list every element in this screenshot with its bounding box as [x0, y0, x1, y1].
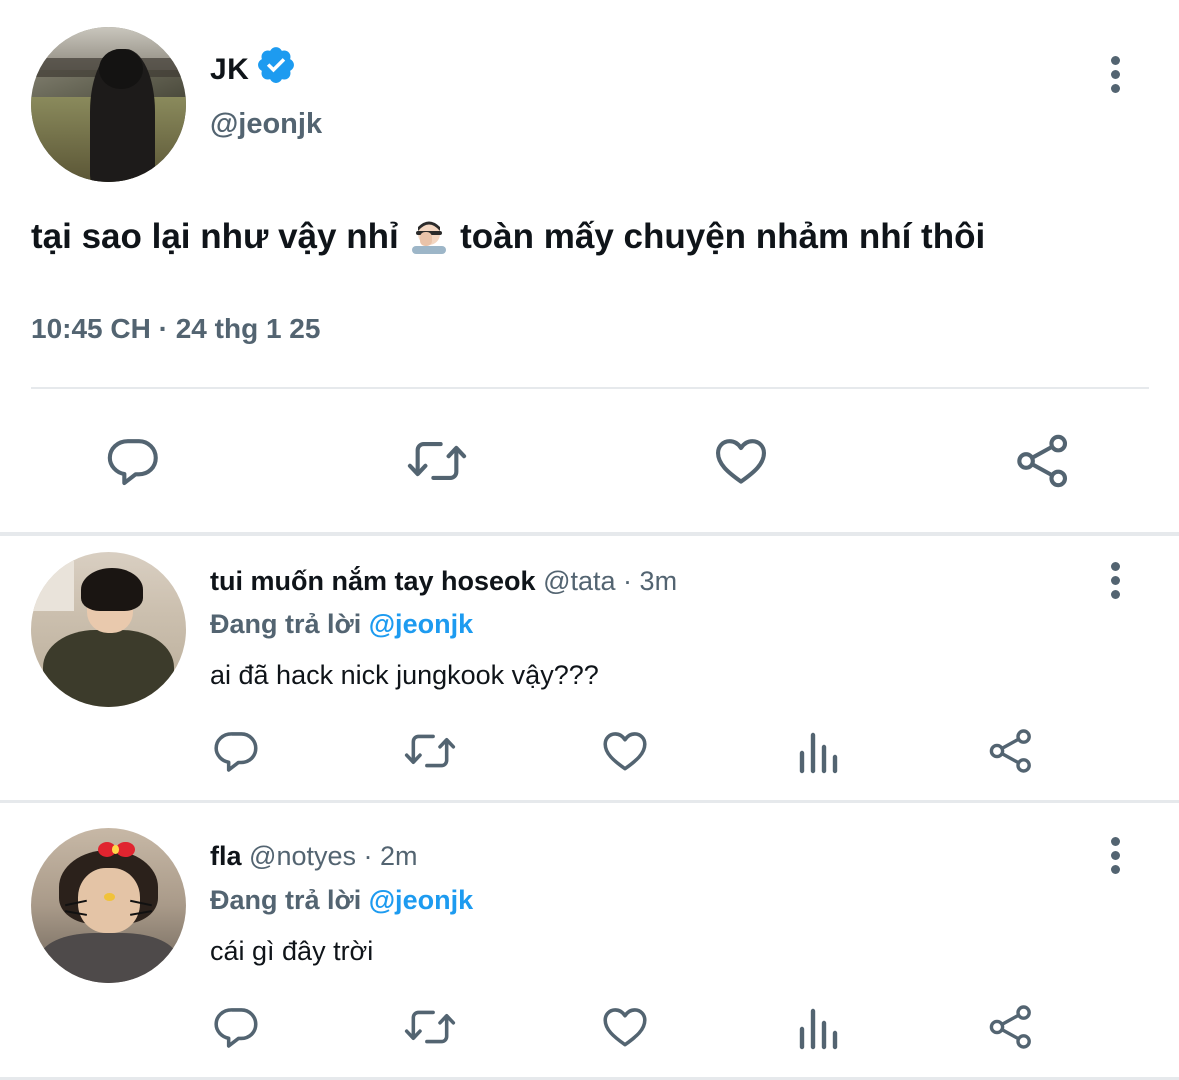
retweet-icon — [404, 1010, 456, 1044]
tweet-text-part-2: toàn mấy chuyện nhảm nhí thôi — [460, 217, 986, 256]
like-icon — [603, 732, 647, 771]
views-button[interactable] — [796, 1002, 840, 1052]
views-button[interactable] — [796, 726, 840, 776]
more-options-icon[interactable] — [1108, 562, 1122, 604]
author-handle[interactable]: @jeonjk — [210, 108, 322, 141]
replying-to-label: Đang trả lời — [210, 885, 362, 915]
more-options-icon[interactable] — [1108, 837, 1122, 879]
like-button[interactable] — [599, 726, 651, 776]
tweet-timestamp[interactable]: 10:45 CH · 24 thg 1 25 — [31, 313, 320, 345]
reply-text: cái gì đây trời — [210, 936, 374, 966]
reply-icon — [214, 1008, 258, 1048]
retweet-button[interactable] — [404, 432, 470, 490]
replying-to-line: Đang trả lời @jeonjk — [210, 885, 473, 916]
avatar[interactable] — [31, 828, 186, 983]
reply-time: 2m — [380, 841, 418, 871]
reply-button[interactable] — [212, 726, 262, 776]
replying-to-line: Đang trả lời @jeonjk — [210, 609, 473, 640]
reply-button[interactable] — [105, 432, 163, 490]
reply-tweet[interactable]: fla @notyes · 2m Đang trả lời @jeonjk cá… — [0, 803, 1179, 1080]
analytics-icon — [799, 1008, 838, 1050]
reply-author-line: fla @notyes · 2m — [210, 841, 418, 871]
share-button[interactable] — [987, 1002, 1035, 1052]
author-name[interactable]: JK — [210, 53, 249, 87]
reply-icon — [107, 439, 158, 486]
reply-author-line: tui muốn nắm tay hoseok @tata · 3m — [210, 566, 678, 596]
verified-badge-icon — [258, 47, 294, 83]
reply-icon — [214, 732, 258, 772]
reply-tweet[interactable]: tui muốn nắm tay hoseok @tata · 3m Đang … — [0, 536, 1179, 800]
analytics-icon — [799, 732, 838, 774]
avatar[interactable] — [31, 552, 186, 707]
tweet-text: tại sao lại như vậy nhỉ toàn mấy chuyện … — [31, 216, 985, 257]
reply-author-handle[interactable]: @tata — [543, 566, 615, 596]
like-button[interactable] — [599, 1002, 651, 1052]
share-button[interactable] — [987, 726, 1035, 776]
reply-button[interactable] — [212, 1002, 262, 1052]
avatar[interactable] — [31, 27, 186, 182]
facepalm-emoji-icon — [410, 216, 448, 254]
share-icon — [1017, 434, 1068, 488]
reply-author-name[interactable]: fla — [210, 841, 242, 871]
share-icon — [989, 729, 1031, 773]
main-tweet: JK @jeonjk tại sao lại như vậy nhỉ toàn … — [0, 0, 1179, 532]
tweet-text-part-1: tại sao lại như vậy nhỉ — [31, 217, 399, 256]
replying-to-mention[interactable]: @jeonjk — [369, 885, 473, 915]
share-button[interactable] — [1014, 432, 1072, 490]
replying-to-mention[interactable]: @jeonjk — [369, 609, 473, 639]
retweet-button[interactable] — [402, 1002, 458, 1052]
like-icon — [715, 439, 767, 484]
retweet-button[interactable] — [402, 726, 458, 776]
divider — [31, 387, 1149, 389]
reply-text: ai đã hack nick jungkook vậy??? — [210, 660, 599, 690]
like-icon — [603, 1008, 647, 1047]
replying-to-label: Đang trả lời — [210, 609, 362, 639]
like-button[interactable] — [711, 432, 771, 490]
retweet-icon — [407, 442, 467, 480]
tweet-detail-page: JK @jeonjk tại sao lại như vậy nhỉ toàn … — [0, 0, 1179, 1080]
more-options-icon[interactable] — [1108, 56, 1122, 98]
share-icon — [989, 1005, 1031, 1049]
retweet-icon — [404, 734, 456, 768]
reply-author-handle[interactable]: @notyes — [249, 841, 356, 871]
reply-author-name[interactable]: tui muốn nắm tay hoseok — [210, 566, 536, 596]
reply-time: 3m — [639, 566, 678, 596]
